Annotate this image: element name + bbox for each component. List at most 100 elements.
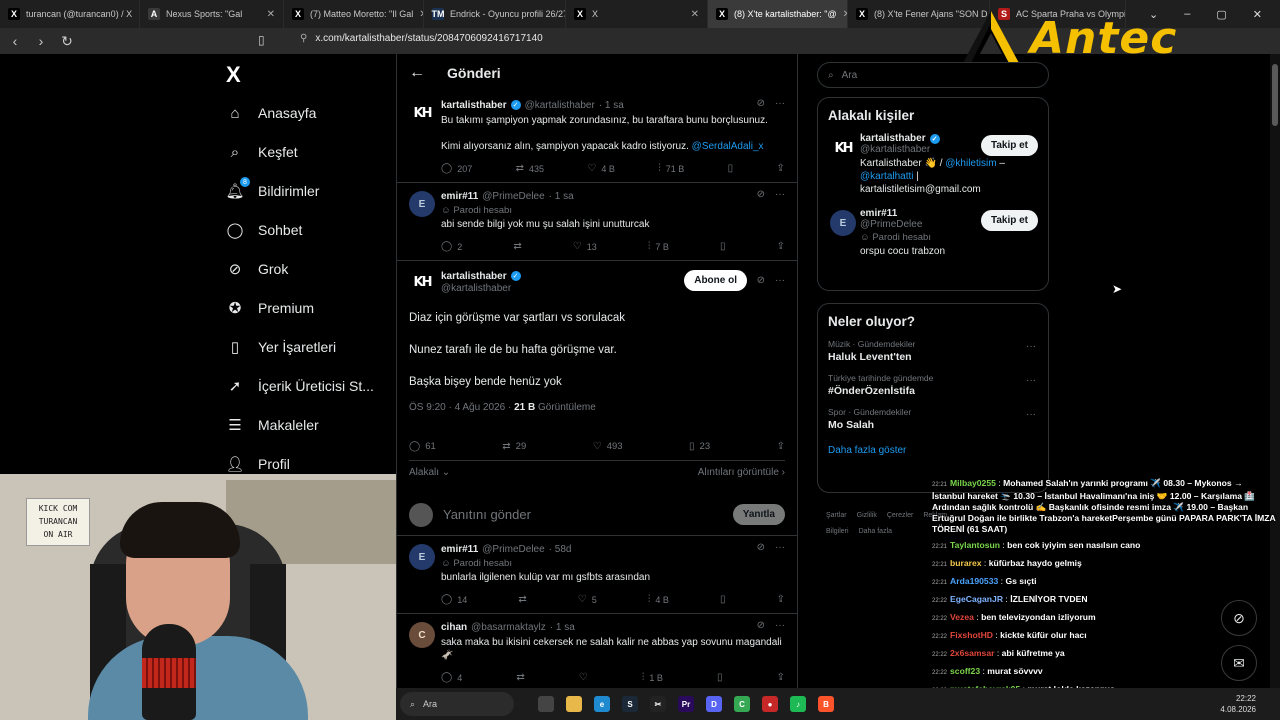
x-logo[interactable]: X xyxy=(226,62,241,88)
browser-tab[interactable]: Xturancan (@turancan0) / X✕ xyxy=(0,0,140,28)
chat-username[interactable]: burarex xyxy=(950,558,982,568)
views-button[interactable]: ⫶ 71 B xyxy=(658,163,684,174)
author-name[interactable]: kartalisthaber xyxy=(441,271,507,282)
grok-icon[interactable]: ⊘ xyxy=(757,620,765,631)
views-button[interactable]: ⫶ 4 B xyxy=(648,594,669,605)
author-handle[interactable]: @basarmaktaylz xyxy=(471,622,546,633)
parent-post[interactable]: KH kartalisthaber ✓ @kartalisthaber · 1 … xyxy=(397,92,797,183)
share-button[interactable]: ⇪ xyxy=(777,594,785,605)
show-more-link[interactable]: Daha fazla göster xyxy=(818,437,1048,466)
footer-link[interactable]: Şartlar xyxy=(826,512,847,519)
site-info-icon[interactable]: ⚲ xyxy=(300,33,307,44)
grok-floating-icon[interactable]: ⊘ xyxy=(1221,600,1257,636)
maximize-button[interactable]: ▢ xyxy=(1216,8,1226,21)
browser-tab[interactable]: X(7) Matteo Moretto: "Il Gal✕ xyxy=(284,0,424,28)
post-datetime[interactable]: ÖS 9:20 · 4 Ağu 2026 · xyxy=(409,402,511,413)
trend-item[interactable]: Türkiye tarihinde gündemde #ÖnderÖzenİst… xyxy=(818,369,1048,403)
bookmark-button[interactable]: ▯ 23 xyxy=(689,441,710,452)
grok-icon[interactable]: ⊘ xyxy=(757,189,765,200)
minimize-button[interactable]: – xyxy=(1184,8,1190,20)
reply-input[interactable]: Yanıtını gönder xyxy=(443,507,723,522)
mention-link[interactable]: @kartalhatti xyxy=(860,171,914,182)
avatar[interactable]: KH xyxy=(830,135,856,161)
more-icon[interactable]: ··· xyxy=(775,542,785,553)
sort-dropdown[interactable]: Alakalı ⌄ xyxy=(409,467,450,478)
reply-button[interactable]: ◯ 207 xyxy=(441,163,472,174)
more-icon[interactable]: ··· xyxy=(775,189,785,200)
more-icon[interactable]: ··· xyxy=(1026,341,1036,352)
address-bar[interactable]: ⚲ x.com/kartalisthaber/status/20847060924… xyxy=(300,33,543,44)
chat-username[interactable]: Milbay0255 xyxy=(950,478,996,488)
taskbar-clock[interactable]: 22:22 4.08.2026 xyxy=(1220,693,1256,715)
person-card[interactable]: KH kartalisthaber ✓ @kartalisthaber Karta… xyxy=(818,129,1048,204)
nav-item-grok[interactable]: ⊘ Grok xyxy=(226,254,289,284)
edge-icon[interactable]: e xyxy=(594,696,610,712)
bookmark-button[interactable]: ▯ xyxy=(720,594,726,605)
capcut-icon[interactable]: ✂ xyxy=(650,696,666,712)
like-button[interactable]: ♡ 493 xyxy=(593,441,623,452)
spotify-icon[interactable]: ♪ xyxy=(790,696,806,712)
reply-post[interactable]: E emir#11 @PrimeDelee · 1 sa ⊘ ··· ☺ Paro… xyxy=(397,183,797,261)
close-tab-icon[interactable]: ✕ xyxy=(691,9,699,20)
avatar[interactable]: KH xyxy=(409,269,435,295)
bookmark-page-icon[interactable]: ▯ xyxy=(258,33,265,47)
browser-tab[interactable]: TMEndrick - Oyuncu profili 26/27✕ xyxy=(424,0,566,28)
nav-item-premium[interactable]: ✪ Premium xyxy=(226,293,314,323)
reply-button[interactable]: ◯ 2 xyxy=(441,241,462,252)
search-input[interactable]: ⌕ Ara xyxy=(817,62,1049,88)
nav-item-search[interactable]: ⌕ Keşfet xyxy=(226,137,298,167)
author-name[interactable]: emir#11 xyxy=(441,191,478,202)
views-button[interactable]: ⫶ 7 B xyxy=(648,241,669,252)
grok-icon[interactable]: ⊘ xyxy=(757,542,765,553)
trend-item[interactable]: Müzik · Gündemdekiler Haluk Levent'ten ·… xyxy=(818,335,1048,369)
avatar[interactable]: C xyxy=(409,622,435,648)
more-icon[interactable]: ··· xyxy=(775,98,785,109)
messages-floating-icon[interactable]: ✉ xyxy=(1221,645,1257,681)
reply-post[interactable]: E emir#11 @PrimeDelee · 58d ⊘ ··· ☺ Parod… xyxy=(397,536,797,614)
like-button[interactable]: ♡ 5 xyxy=(578,594,597,605)
view-quotes-link[interactable]: Alıntıları görüntüle › xyxy=(698,467,785,478)
more-icon[interactable]: ··· xyxy=(1026,375,1036,386)
person-name[interactable]: kartalisthaber xyxy=(860,133,926,144)
follow-button[interactable]: Takip et xyxy=(980,210,1038,231)
chat-username[interactable]: Taylantosun xyxy=(950,540,1000,550)
reply-button[interactable]: ◯ 4 xyxy=(441,672,462,683)
premiere-icon[interactable]: Pr xyxy=(678,696,694,712)
avatar[interactable]: E xyxy=(409,191,435,217)
bookmark-button[interactable]: ▯ xyxy=(728,163,734,174)
author-name[interactable]: kartalisthaber xyxy=(441,100,507,111)
reply-button[interactable]: ◯ 61 xyxy=(409,441,436,452)
share-button[interactable]: ⇪ xyxy=(777,672,785,683)
chat-username[interactable]: Vezea xyxy=(950,612,974,622)
author-handle[interactable]: @kartalisthaber xyxy=(525,100,595,111)
browser-tab[interactable]: A Nexus Sports: "Gal ✕ xyxy=(140,0,284,28)
avatar[interactable]: KH xyxy=(409,100,435,126)
forward-icon[interactable]: › xyxy=(30,30,52,52)
repost-button[interactable]: ⇄ xyxy=(513,241,521,252)
subscribe-button[interactable]: Abone ol xyxy=(684,270,747,291)
reply-submit-button[interactable]: Yanıtla xyxy=(732,504,785,525)
chat-username[interactable]: EgeCaganJR xyxy=(950,594,1003,604)
bookmark-button[interactable]: ▯ xyxy=(717,672,723,683)
nav-item-home[interactable]: ⌂ Anasayfa xyxy=(226,98,316,128)
author-name[interactable]: cihan xyxy=(441,622,467,633)
repost-button[interactable]: ⇄ xyxy=(516,672,524,683)
nav-item-bookmark[interactable]: ▯ Yer İşaretleri xyxy=(226,332,336,362)
scrollbar-thumb[interactable] xyxy=(1272,64,1278,126)
author-handle[interactable]: @PrimeDelee xyxy=(482,191,544,202)
avatar[interactable]: E xyxy=(409,544,435,570)
footer-link[interactable]: Gizlilik xyxy=(857,512,877,519)
chat-username[interactable]: Arda190533 xyxy=(950,576,998,586)
reload-icon[interactable]: ↻ xyxy=(56,30,78,52)
reply-post[interactable]: C cihan @basarmaktaylz · 1 sa ⊘ ··· saka … xyxy=(397,614,797,688)
chat-username[interactable]: FixshotHD xyxy=(950,630,993,640)
like-button[interactable]: ♡ xyxy=(579,672,588,683)
more-icon[interactable]: ··· xyxy=(775,275,785,286)
author-name[interactable]: emir#11 xyxy=(441,544,478,555)
person-name[interactable]: emir#11 xyxy=(860,208,897,219)
chrome-icon[interactable]: C xyxy=(734,696,750,712)
share-button[interactable]: ⇪ xyxy=(777,163,785,174)
browser-tab[interactable]: X X ✕ xyxy=(566,0,708,28)
person-card[interactable]: E emir#11 @PrimeDelee ☺ Parodi hesabı or… xyxy=(818,204,1048,266)
footer-link[interactable]: Daha fazla xyxy=(859,528,892,535)
